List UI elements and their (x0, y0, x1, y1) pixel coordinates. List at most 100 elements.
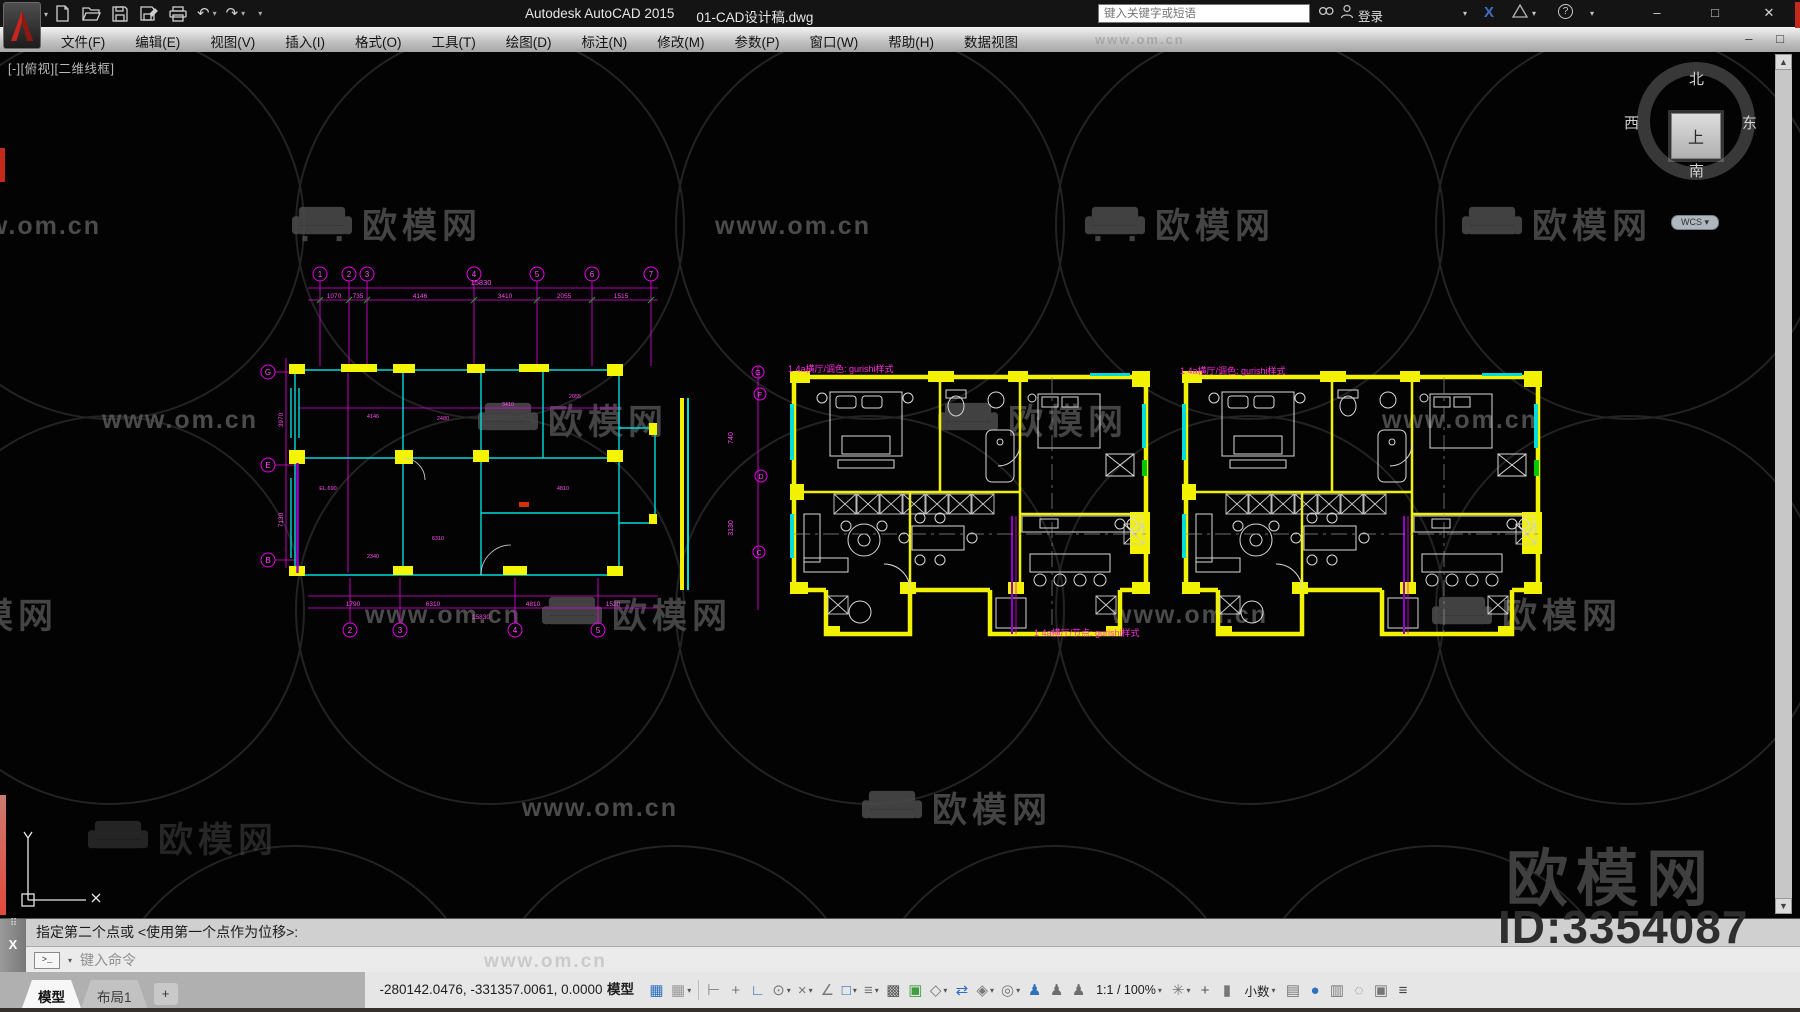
transparency-icon[interactable]: ▩ (883, 977, 904, 1003)
viewcube-top-face[interactable]: 上 (1671, 113, 1721, 159)
undo-icon[interactable]: ↶ (197, 5, 210, 22)
measure-tools-icon[interactable]: ◌ (1349, 977, 1370, 1003)
menu-help[interactable]: 帮助(H) (875, 29, 947, 53)
units-value[interactable]: 小数 ▾ (1238, 977, 1281, 1003)
watermark-circle (480, 845, 870, 918)
grid-display-icon[interactable]: ▦ (646, 977, 667, 1003)
sign-in-caret-icon[interactable]: ▾ (1463, 9, 1467, 18)
command-palette-grip[interactable]: ⠿ X (0, 919, 26, 973)
menu-modify[interactable]: 修改(M) (644, 29, 717, 53)
object-snap-icon[interactable]: ∠ (817, 977, 838, 1003)
apps-caret-icon[interactable]: ▾ (1532, 9, 1536, 18)
watermark-site: www.om.cn (0, 212, 101, 240)
menu-dimension[interactable]: 标注(N) (569, 29, 641, 53)
minimize-button[interactable]: – (1642, 4, 1672, 22)
save-icon[interactable] (110, 5, 130, 23)
add-layout-button[interactable]: + (153, 983, 178, 1005)
command-caret-icon[interactable]: ▾ (68, 956, 72, 965)
osnap-tracking-icon[interactable]: × ▾ (795, 977, 816, 1003)
command-close-button[interactable]: X (0, 937, 26, 952)
redo-caret-icon[interactable]: ▾ (241, 9, 245, 18)
compass-west[interactable]: 西 (1624, 112, 1639, 133)
svg-text:2055: 2055 (557, 293, 572, 300)
plot-icon[interactable] (168, 5, 188, 23)
model-space-toggle[interactable]: 模型 (607, 972, 634, 1008)
scroll-up-icon[interactable]: ▲ (1775, 54, 1792, 70)
search-input[interactable] (1098, 4, 1310, 23)
tab-layout1[interactable]: 布局1 (81, 980, 148, 1008)
annotation-scale-value[interactable]: 1:1 / 100% ▾ (1090, 977, 1168, 1003)
svg-text:1790: 1790 (346, 601, 361, 608)
menu-format[interactable]: 格式(O) (342, 29, 415, 53)
user-icon[interactable] (1340, 4, 1354, 22)
menu-parametric[interactable]: 参数(P) (722, 29, 793, 53)
scroll-down-icon[interactable]: ▼ (1775, 898, 1792, 914)
help-icon[interactable]: ? (1558, 4, 1573, 19)
isolate-objects-icon[interactable]: ● (1305, 977, 1326, 1003)
help-caret-icon[interactable]: ▾ (1590, 9, 1594, 18)
menu-insert[interactable]: 插入(I) (272, 29, 338, 53)
compass-north[interactable]: 北 (1689, 68, 1704, 89)
autodesk-360-icon[interactable] (1511, 3, 1529, 21)
search-icon[interactable] (1318, 4, 1334, 21)
exchange-apps-icon[interactable]: X (1484, 4, 1494, 21)
clean-screen-crosshair-icon[interactable]: + (1194, 977, 1215, 1003)
wcs-dropdown[interactable]: WCS ▾ (1671, 215, 1719, 230)
viewcube-top-label: 上 (1687, 130, 1704, 147)
vertical-scrollbar[interactable]: ▲ ▼ (1775, 54, 1792, 914)
new-file-icon[interactable] (52, 5, 72, 23)
selection-cycling-icon[interactable]: ▣ (905, 977, 926, 1003)
menu-view[interactable]: 视图(V) (197, 29, 268, 53)
autocad-logo-button[interactable] (3, 2, 41, 49)
units-ruler-icon[interactable]: ▮ (1216, 977, 1237, 1003)
maximize-button[interactable]: □ (1700, 4, 1730, 22)
workspace-switching-icon[interactable]: ✳ ▾ (1169, 977, 1194, 1003)
ortho-mode-icon[interactable]: ∟ (747, 977, 768, 1003)
menu-dataview[interactable]: 数据视图 (951, 29, 1031, 53)
svg-text:2055: 2055 (569, 394, 581, 400)
furnished-floor-plan-right (1182, 364, 1542, 640)
infer-constraints-icon[interactable]: ⊢ (703, 977, 724, 1003)
annotation-scale-sync-icon[interactable]: ♟ (1068, 977, 1089, 1003)
redo-icon[interactable]: ↷ (226, 5, 239, 22)
annotation-monitor-icon[interactable]: ⇄ (951, 977, 972, 1003)
menu-window[interactable]: 窗口(W) (797, 29, 872, 53)
svg-text:7: 7 (649, 270, 654, 279)
command-prompt-icon[interactable]: >_ (34, 951, 60, 969)
document-window-controls[interactable]: – □ (1745, 31, 1794, 46)
tab-model[interactable]: 模型 (22, 980, 81, 1008)
lineweight-icon[interactable]: ≡ ▾ (861, 977, 882, 1003)
logo-caret-icon[interactable]: ▾ (44, 10, 48, 19)
edge-watermark-sliver (0, 148, 5, 182)
svg-text:1070: 1070 (327, 293, 342, 300)
compass-south[interactable]: 南 (1689, 160, 1704, 181)
drawing-canvas[interactable]: [-][俯视][二维线框] www.om.cn 欧模网 www.om.cn 欧模… (0, 52, 1800, 918)
sign-in-button[interactable]: 登录 (1358, 6, 1383, 25)
menu-file[interactable]: 文件(F) (48, 29, 118, 53)
compass-east[interactable]: 东 (1742, 112, 1757, 133)
customization-icon[interactable]: ≡ (1393, 977, 1414, 1003)
annotation-visibility-icon[interactable]: ♟ (1024, 977, 1045, 1003)
qat-overflow-icon[interactable]: ▾ (258, 9, 262, 18)
quick-calc-icon[interactable]: ▤ (1283, 977, 1304, 1003)
undo-caret-icon[interactable]: ▾ (213, 9, 217, 18)
dynamic-ucs-icon[interactable]: □ ▾ (839, 977, 860, 1003)
viewport-controls-label[interactable]: [-][俯视][二维线框] (8, 58, 115, 77)
menu-edit[interactable]: 编辑(E) (122, 29, 193, 53)
app-window-icon[interactable]: ▣ (1371, 977, 1392, 1003)
gizmo-icon[interactable]: ◎ ▾ (998, 977, 1023, 1003)
close-button[interactable]: ✕ (1754, 4, 1784, 22)
command-input-placeholder[interactable]: 键入命令 (80, 950, 136, 970)
save-as-icon[interactable] (139, 5, 159, 23)
selection-filter-icon[interactable]: ◈ ▾ (973, 977, 997, 1003)
status-toggle-buttons: ▦ ▦ ▾ ⊢ + ∟ ⊙ ▾ × ▾ ∠ □ ▾ ≡ ▾ ▩ ▣ ◇ ▾ ⇄ ◈ ▾ ◎ ▾ ♟ ♟ ♟ 1:1 / 100% ▾ ✳ ▾… (646, 972, 1414, 1008)
dynamic-input-icon[interactable]: + (725, 977, 746, 1003)
autoscale-icon[interactable]: ♟ (1046, 977, 1067, 1003)
polar-tracking-icon[interactable]: ⊙ ▾ (769, 977, 794, 1003)
snap-mode-icon[interactable]: ▦ ▾ (668, 977, 694, 1003)
menu-tools[interactable]: 工具(T) (419, 29, 489, 53)
3d-osnap-icon[interactable]: ◇ ▾ (927, 977, 951, 1003)
graphics-performance-icon[interactable]: ▥ (1327, 977, 1348, 1003)
menu-draw[interactable]: 绘图(D) (493, 29, 565, 53)
open-file-icon[interactable] (81, 5, 101, 23)
